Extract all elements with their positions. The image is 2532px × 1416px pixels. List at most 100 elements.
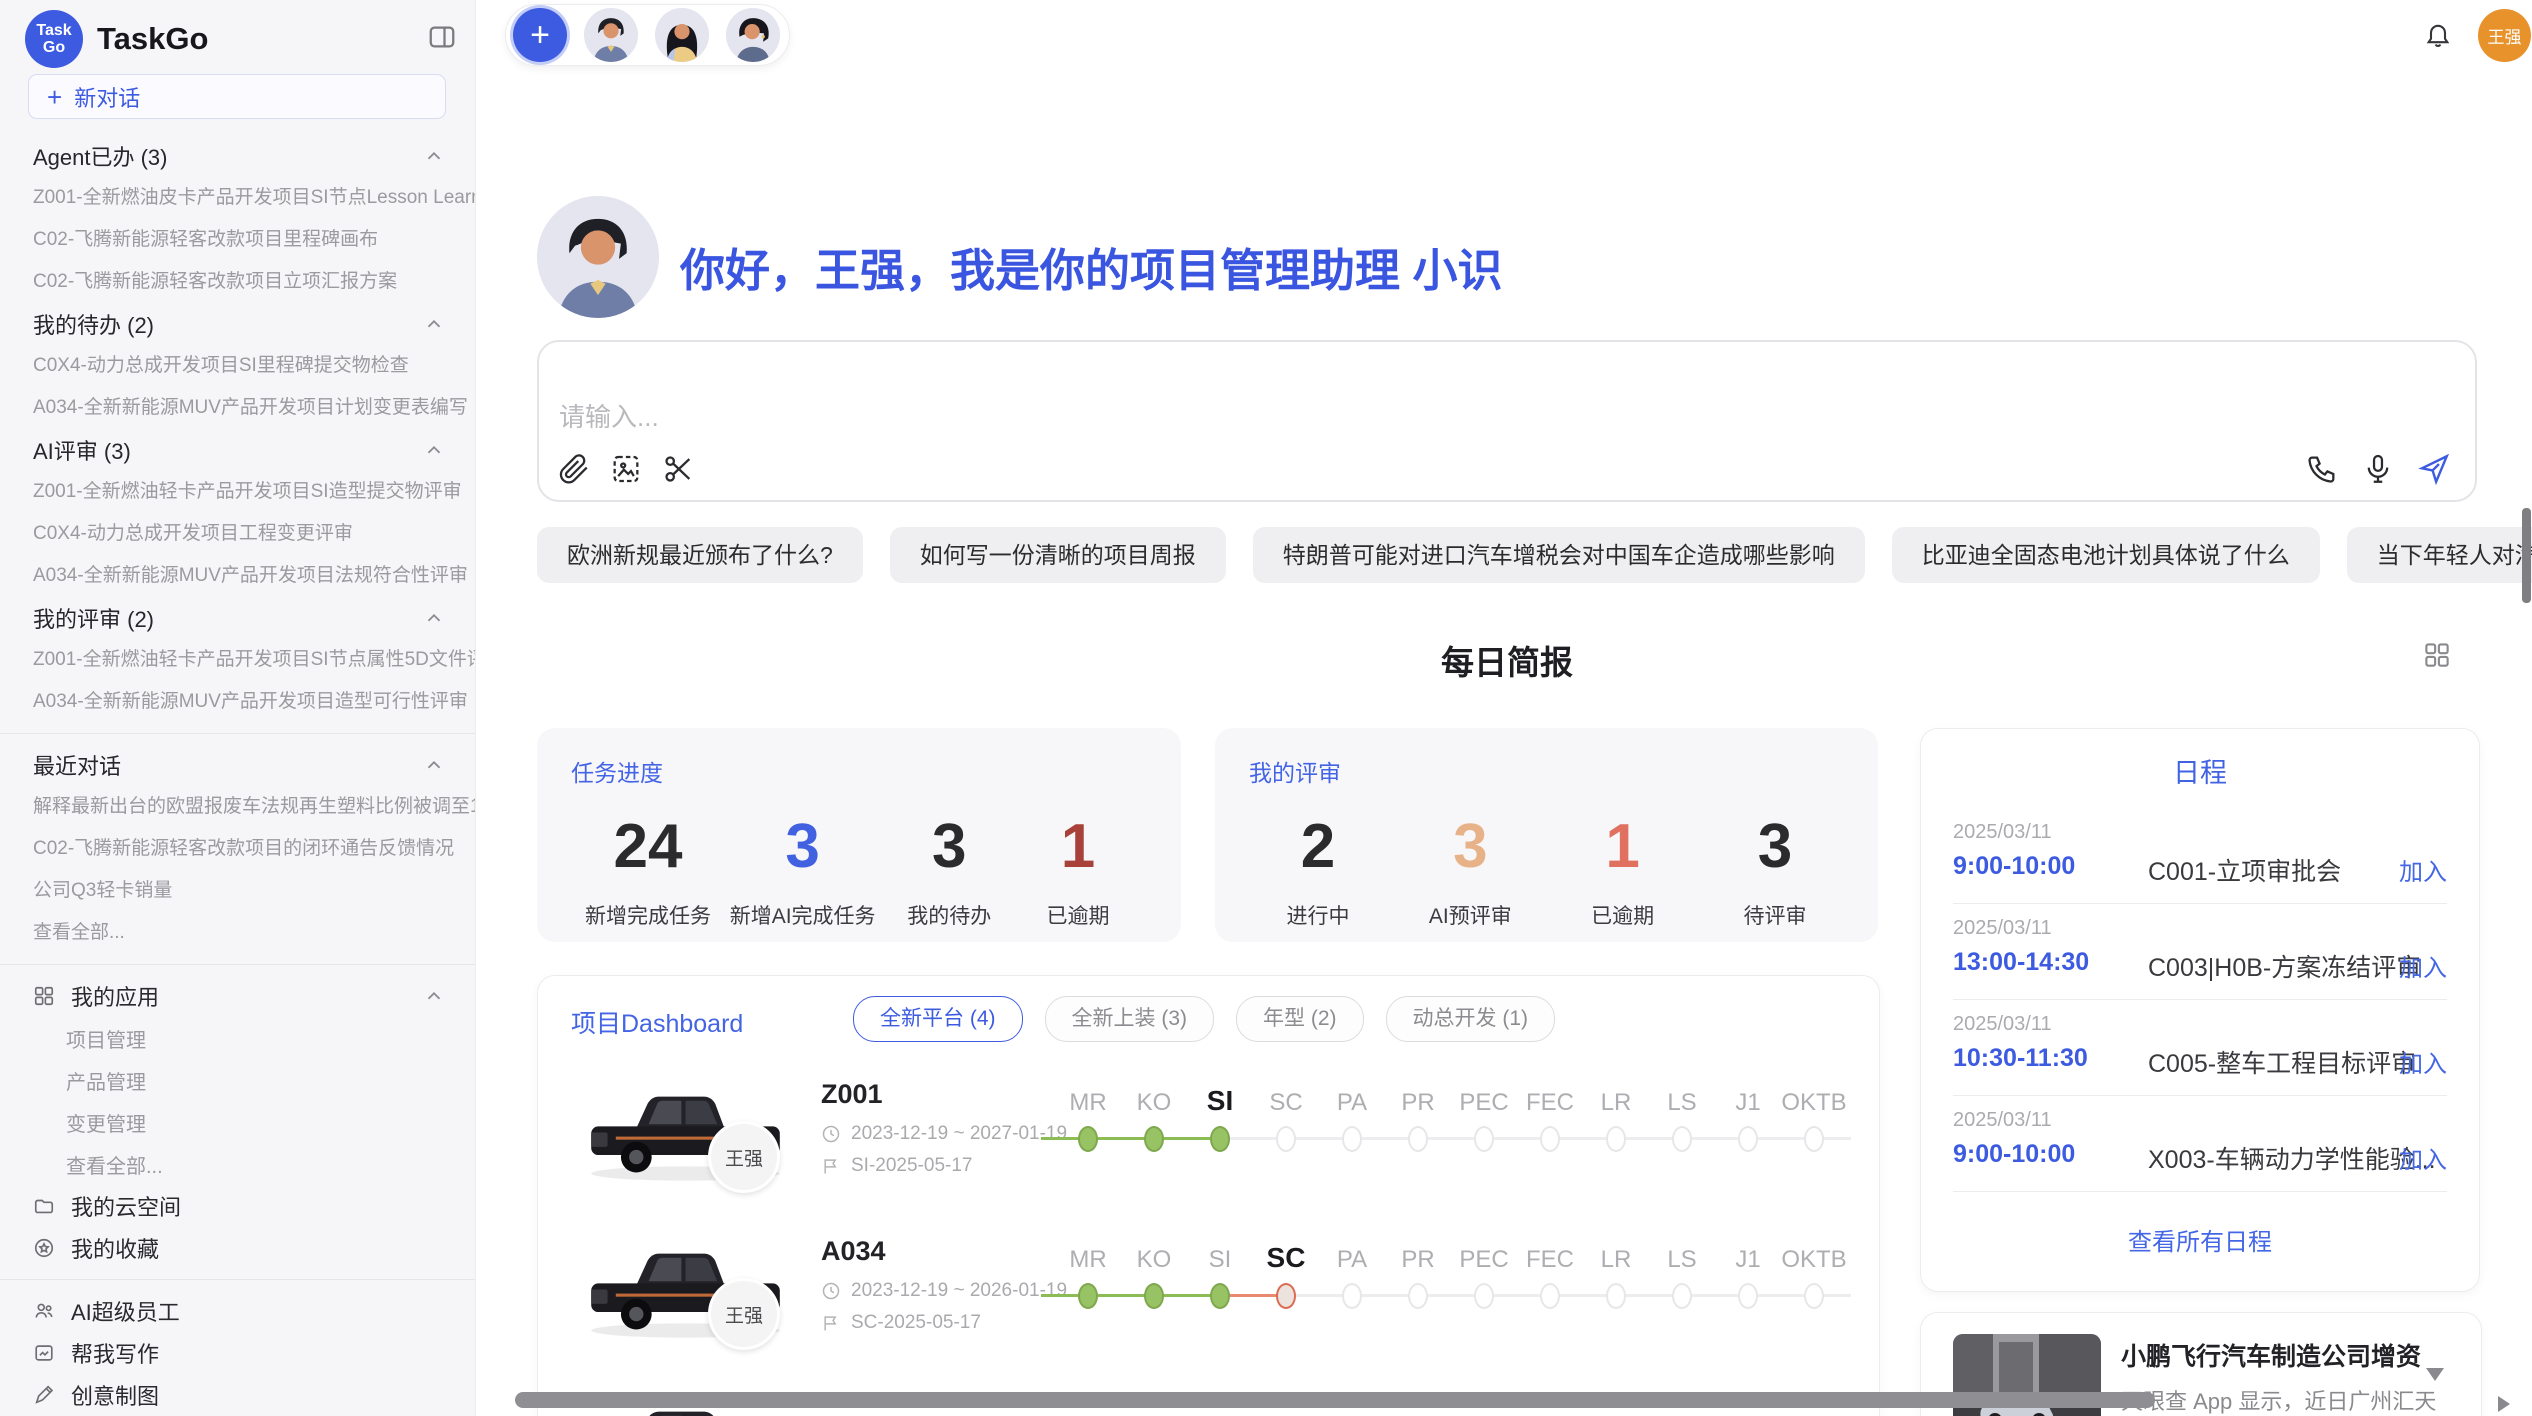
filter-chip[interactable]: 年型 (2): [1236, 996, 1364, 1042]
view-all-apps-link[interactable]: 查看全部...: [0, 1143, 475, 1185]
view-all-chats-link[interactable]: 查看全部...: [0, 912, 475, 954]
join-link[interactable]: 加入: [2399, 852, 2447, 887]
stat-my-todo: 3我的待办: [894, 810, 1004, 930]
schedule-date: 2025/03/11: [1953, 1109, 2447, 1132]
suggestion-chip[interactable]: 如何写一份清晰的项目周报: [890, 527, 1226, 583]
greeting-text: 你好，王强，我是你的项目管理助理 小识: [680, 234, 1503, 299]
project-row[interactable]: 王强 Z001 2023-12-19 ~ 2027-01-19 SI-2025-…: [538, 1071, 1879, 1231]
project-owner-badge: 王强: [708, 1121, 780, 1193]
milestone-dot: [1738, 1126, 1758, 1152]
notifications-bell-icon[interactable]: [2424, 20, 2452, 48]
section-header-recent-chats[interactable]: 最近对话: [0, 744, 475, 786]
stat-new-ai-completed: 3新增AI完成任务: [730, 810, 876, 930]
list-item[interactable]: A034-全新新能源MUV产品开发项目造型可行性评审: [0, 681, 475, 723]
section-label: AI评审 (3): [33, 434, 131, 466]
suggestion-chip[interactable]: 当下年轻人对汽车外观有怎样的喜好趋势: [2347, 527, 2532, 583]
new-chat-button[interactable]: + 新对话: [28, 74, 446, 119]
list-item[interactable]: 解释最新出台的欧盟报废车法规再生塑料比例被调至15%...: [0, 786, 475, 828]
milestone-label: KO: [1137, 1089, 1172, 1117]
list-item[interactable]: C02-飞腾新能源轻客改款项目立项汇报方案: [0, 261, 475, 303]
schedule-title: 日程: [1921, 751, 2479, 790]
divider: [0, 1279, 475, 1280]
milestone-dot: [1540, 1283, 1560, 1309]
scroll-right-arrow[interactable]: [2498, 1396, 2510, 1412]
my-reviews-card: 我的评审 2进行中 3AI预评审 1已逾期 3待评审: [1215, 728, 1878, 942]
scroll-down-arrow[interactable]: [2426, 1368, 2444, 1381]
cloud-folder-icon: [33, 1195, 55, 1217]
section-header-ai-review[interactable]: AI评审 (3): [0, 429, 475, 471]
sidebar: Task Go TaskGo + 新对话 Agent已办 (3) Z001-全新…: [0, 0, 476, 1416]
schedule-event-title: C001-立项审批会: [2148, 852, 2341, 888]
sidebar-item-product-mgmt[interactable]: 产品管理: [0, 1059, 475, 1101]
list-item[interactable]: C0X4-动力总成开发项目SI里程碑提交物检查: [0, 345, 475, 387]
section-header-my-todo[interactable]: 我的待办 (2): [0, 303, 475, 345]
section-header-agent-done[interactable]: Agent已办 (3): [0, 135, 475, 177]
section-header-my-review[interactable]: 我的评审 (2): [0, 597, 475, 639]
avatar[interactable]: [726, 8, 780, 62]
sidebar-item-ai-super-staff[interactable]: AI超级员工: [0, 1290, 475, 1332]
microphone-icon[interactable]: [2361, 452, 2395, 486]
user-avatar[interactable]: 王强: [2478, 9, 2531, 62]
sidebar-item-my-apps[interactable]: 我的应用: [0, 975, 475, 1017]
attach-icon[interactable]: [557, 452, 591, 486]
sidebar-item-creative-drawing[interactable]: 创意制图: [0, 1374, 475, 1416]
milestone-dot-done: [1210, 1126, 1230, 1152]
milestone-dot: [1474, 1283, 1494, 1309]
milestone-dot-done: [1078, 1126, 1098, 1152]
milestone-timeline: MR KO SI SC PA PR PEC FEC LR LS J1 OKTB: [1041, 1228, 1851, 1338]
milestone-dot: [1672, 1283, 1692, 1309]
milestone-dot-done: [1078, 1283, 1098, 1309]
sidebar-collapse-icon[interactable]: [427, 22, 457, 52]
scissors-icon[interactable]: [661, 452, 695, 486]
list-item[interactable]: C0X4-动力总成开发项目工程变更评审: [0, 513, 475, 555]
sidebar-item-project-mgmt[interactable]: 项目管理: [0, 1017, 475, 1059]
suggestion-chip[interactable]: 比亚迪全固态电池计划具体说了什么: [1892, 527, 2320, 583]
milestone-label: KO: [1137, 1246, 1172, 1274]
sidebar-item-favorites[interactable]: 我的收藏: [0, 1227, 475, 1269]
filter-chip-active[interactable]: 全新平台 (4): [853, 996, 1023, 1042]
sidebar-list: Agent已办 (3) Z001-全新燃油皮卡产品开发项目SI节点Lesson …: [0, 135, 475, 1416]
section-label: 我的评审 (2): [33, 602, 154, 634]
people-icon: [33, 1300, 55, 1322]
layout-grid-icon[interactable]: [2422, 640, 2452, 670]
list-item[interactable]: A034-全新新能源MUV产品开发项目计划变更表编写: [0, 387, 475, 429]
chat-input-box[interactable]: 请输入...: [537, 340, 2477, 502]
list-item[interactable]: C02-飞腾新能源轻客改款项目里程碑画布: [0, 219, 475, 261]
view-all-schedule-link[interactable]: 查看所有日程: [1921, 1222, 2479, 1257]
milestone-label: LR: [1601, 1246, 1632, 1274]
horizontal-scrollbar[interactable]: [515, 1392, 2155, 1408]
list-item[interactable]: Z001-全新燃油轻卡产品开发项目SI造型提交物评审: [0, 471, 475, 513]
list-item[interactable]: 公司Q3轻卡销量: [0, 870, 475, 912]
milestone-dot: [1276, 1126, 1296, 1152]
join-link[interactable]: 加入: [2399, 948, 2447, 983]
list-item[interactable]: Z001-全新燃油轻卡产品开发项目SI节点属性5D文件评审: [0, 639, 475, 681]
suggestion-chip[interactable]: 特朗普可能对进口汽车增税会对中国车企造成哪些影响: [1253, 527, 1865, 583]
avatar[interactable]: [655, 8, 709, 62]
voice-call-icon[interactable]: [2305, 452, 2339, 486]
sidebar-item-cloud-space[interactable]: 我的云空间: [0, 1185, 475, 1227]
avatar[interactable]: [584, 8, 638, 62]
sidebar-item-help-me-write[interactable]: 帮我写作: [0, 1332, 475, 1374]
join-link[interactable]: 加入: [2399, 1140, 2447, 1175]
milestone-dot: [1606, 1126, 1626, 1152]
sidebar-item-change-mgmt[interactable]: 变更管理: [0, 1101, 475, 1143]
dashboard-title: 项目Dashboard: [571, 1004, 743, 1040]
vertical-scrollbar[interactable]: [2522, 508, 2531, 603]
list-item[interactable]: C02-飞腾新能源轻客改款项目的闭环通告反馈情况: [0, 828, 475, 870]
milestone-dot: [1408, 1283, 1428, 1309]
send-icon[interactable]: [2417, 452, 2451, 486]
milestone-dot-done: [1144, 1283, 1164, 1309]
image-icon[interactable]: [609, 452, 643, 486]
suggestion-chip[interactable]: 欧洲新规最近颁布了什么?: [537, 527, 863, 583]
list-item[interactable]: A034-全新新能源MUV产品开发项目法规符合性评审: [0, 555, 475, 597]
join-link[interactable]: 加入: [2399, 1044, 2447, 1079]
assistant-avatar: [537, 196, 659, 318]
filter-chip[interactable]: 全新上装 (3): [1045, 996, 1215, 1042]
project-row[interactable]: 王强 A034 2023-12-19 ~ 2026-01-19 SC-2025-…: [538, 1228, 1879, 1388]
milestone-dot: [1672, 1126, 1692, 1152]
filter-chip[interactable]: 动总开发 (1): [1386, 996, 1556, 1042]
schedule-date: 2025/03/11: [1953, 821, 2447, 844]
task-progress-card: 任务进度 24新增完成任务 3新增AI完成任务 3我的待办 1已逾期: [537, 728, 1181, 942]
add-agent-button[interactable]: +: [513, 8, 567, 62]
list-item[interactable]: Z001-全新燃油皮卡产品开发项目SI节点Lesson Learn报告: [0, 177, 475, 219]
